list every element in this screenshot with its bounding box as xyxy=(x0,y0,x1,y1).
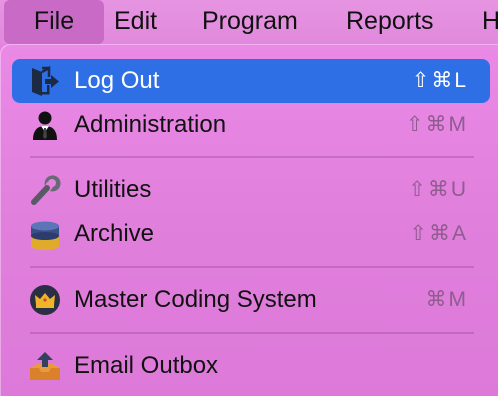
menu-item-label: Administration xyxy=(74,111,227,138)
menu-item-utilities[interactable]: Utilities ⇧⌘U xyxy=(12,168,490,212)
menu-file[interactable]: File xyxy=(4,0,104,44)
menu-separator xyxy=(30,266,474,268)
menu-item-label: Log Out xyxy=(74,67,160,94)
outbox-tray-icon xyxy=(28,350,62,382)
administrator-icon xyxy=(28,109,62,141)
menu-item-label: Utilities xyxy=(74,176,152,203)
menu-reports[interactable]: Reports xyxy=(346,0,434,44)
logout-door-icon xyxy=(28,65,62,97)
menu-item-shortcut: ⌘M xyxy=(425,288,468,311)
menu-program[interactable]: Program xyxy=(202,0,298,44)
menu-item-label: Archive xyxy=(74,220,155,247)
menu-edit[interactable]: Edit xyxy=(114,0,157,44)
menu-item-shortcut: ⇧⌘L xyxy=(411,69,468,92)
crown-icon xyxy=(28,284,62,316)
menu-item-email-outbox[interactable]: Email Outbox xyxy=(12,344,490,388)
menu-item-log-out[interactable]: Log Out ⇧⌘L xyxy=(12,59,490,103)
menu-separator xyxy=(30,156,474,158)
database-icon xyxy=(28,218,62,250)
menu-bar: File Edit Program Reports H xyxy=(0,0,498,44)
menu-separator xyxy=(30,332,474,334)
file-menu-dropdown: Log Out ⇧⌘L Administration ⇧⌘M Utilities… xyxy=(0,44,498,396)
menu-help[interactable]: H xyxy=(482,0,498,44)
menu-item-shortcut: ⇧⌘A xyxy=(409,222,468,245)
menu-item-label: Master Coding System xyxy=(74,286,317,313)
menu-item-administration[interactable]: Administration ⇧⌘M xyxy=(12,103,490,147)
wrench-icon xyxy=(28,174,62,206)
menu-item-master-coding-system[interactable]: Master Coding System ⌘M xyxy=(12,278,490,322)
menu-item-shortcut: ⇧⌘M xyxy=(405,113,468,136)
menu-item-shortcut: ⇧⌘U xyxy=(408,178,468,201)
menu-item-archive[interactable]: Archive ⇧⌘A xyxy=(12,212,490,256)
menu-item-label: Email Outbox xyxy=(74,352,219,379)
